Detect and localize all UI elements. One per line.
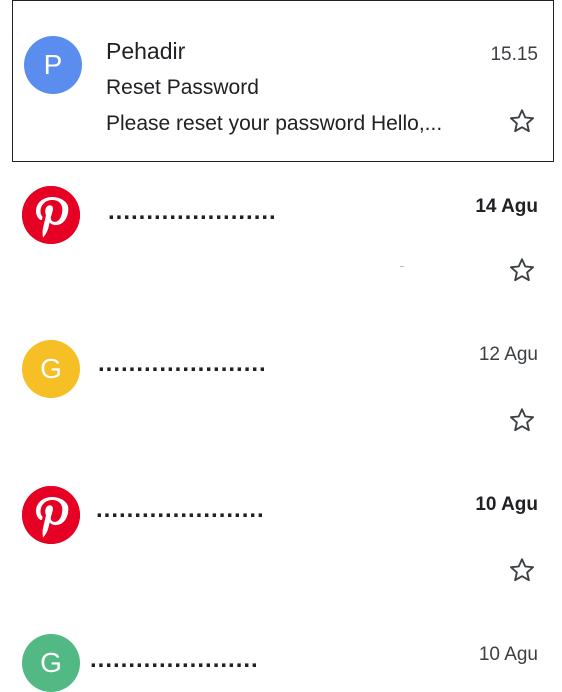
selection-outline <box>12 0 554 162</box>
star-icon[interactable] <box>508 556 536 584</box>
avatar[interactable] <box>22 486 80 544</box>
email-subject: Reset Password <box>106 76 259 99</box>
email-list-item[interactable]: ...................... 14 Agu <box>0 162 562 312</box>
email-list-item[interactable]: P Pehadir 15.15 Reset Password Please re… <box>0 0 562 162</box>
sender-name: ...................... <box>96 496 265 523</box>
sender-name: ...................... <box>108 198 277 225</box>
sender-name: ...................... <box>90 646 259 673</box>
sender-name: Pehadir <box>106 38 186 64</box>
email-time: 15.15 <box>490 44 538 65</box>
email-list-item[interactable]: G ...................... 12 Agu <box>0 312 562 462</box>
email-time: 10 Agu <box>475 494 538 515</box>
avatar-letter: P <box>43 49 63 80</box>
avatar-letter: G <box>40 647 62 678</box>
email-time: 14 Agu <box>475 196 538 217</box>
email-time: 10 Agu <box>478 644 538 665</box>
email-snippet: Please reset your password Hello,... <box>106 112 443 135</box>
pinterest-logo-icon <box>22 486 80 544</box>
artifact <box>400 266 404 267</box>
star-icon[interactable] <box>508 406 536 434</box>
star-icon[interactable] <box>508 256 536 284</box>
avatar-letter: G <box>40 353 62 384</box>
avatar[interactable] <box>22 186 80 244</box>
sender-name: ...................... <box>98 350 267 377</box>
email-time: 12 Agu <box>478 344 538 365</box>
star-icon[interactable] <box>508 107 536 135</box>
avatar[interactable]: G <box>22 634 80 692</box>
avatar[interactable]: G <box>22 340 80 398</box>
email-list-item[interactable]: ...................... 10 Agu <box>0 462 562 612</box>
pinterest-logo-icon <box>22 186 80 244</box>
email-list-item[interactable]: G ...................... 10 Agu <box>0 612 562 692</box>
avatar[interactable]: P <box>24 36 82 94</box>
